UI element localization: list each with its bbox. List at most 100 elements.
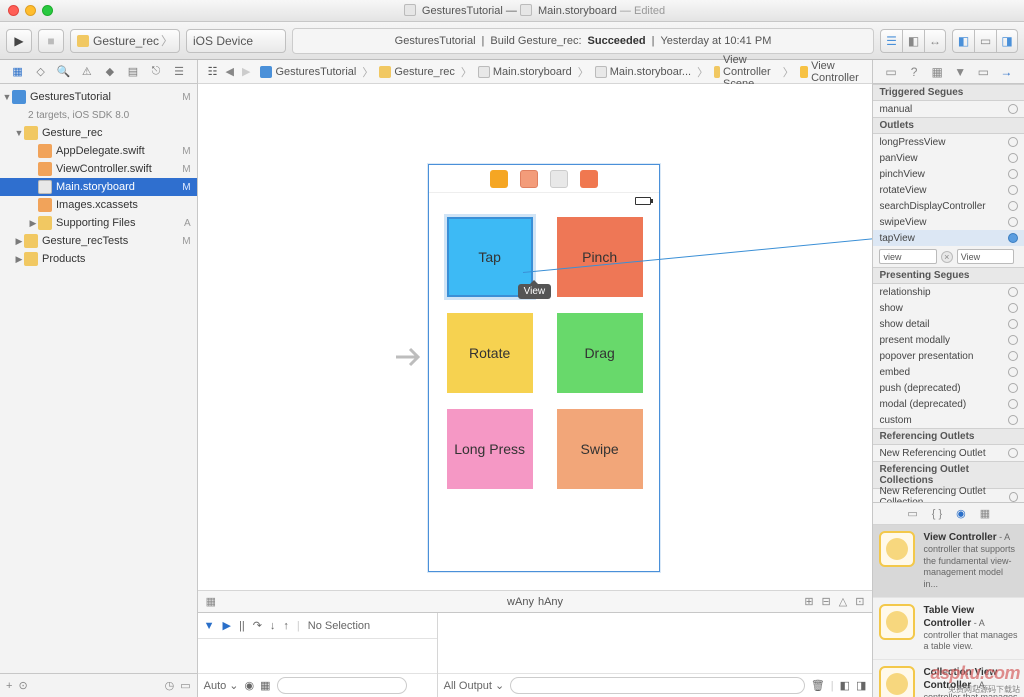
connection-well-icon[interactable] — [1008, 319, 1018, 329]
storyboard-entry-icon[interactable] — [580, 170, 598, 188]
toggle-debug-icon[interactable]: ▼ — [204, 620, 215, 632]
close-icon[interactable] — [8, 5, 19, 16]
crumb-folder[interactable]: Gesture_rec — [375, 66, 459, 78]
trash-icon[interactable]: 🗑 — [811, 679, 825, 692]
file-template-tab[interactable]: ▭ — [907, 507, 917, 520]
segue-row[interactable]: push (deprecated) — [873, 380, 1024, 396]
pin-icon[interactable]: ⊟ — [822, 595, 831, 608]
exit-dock-icon[interactable] — [550, 170, 568, 188]
outlet-row[interactable]: swipeView — [873, 214, 1024, 230]
identity-tab[interactable]: ▦ — [929, 65, 945, 79]
segue-row[interactable]: show detail — [873, 316, 1024, 332]
breakpoints-icon[interactable]: ▶ — [223, 619, 231, 632]
segue-row[interactable]: modal (deprecated) — [873, 396, 1024, 412]
disconnect-icon[interactable]: × — [941, 251, 953, 263]
maximize-icon[interactable] — [42, 5, 53, 16]
storyboard-canvas[interactable]: Tap Pinch Rotate Drag Long Press Swipe V… — [198, 84, 873, 590]
outline-toggle-icon[interactable]: ▦ — [206, 595, 216, 608]
segue-row[interactable]: relationship — [873, 284, 1024, 300]
swipe-view[interactable]: Swipe — [557, 409, 643, 489]
scm-icon[interactable]: ▭ — [180, 679, 190, 692]
outlet-row[interactable]: pinchView — [873, 166, 1024, 182]
tree-row[interactable]: ▶Gesture_recTestsM — [0, 232, 197, 250]
run-button[interactable]: ▶ — [6, 29, 32, 53]
destination-selector[interactable]: iOS Device — [186, 29, 286, 53]
connection-well-icon[interactable] — [1008, 217, 1018, 227]
filter-icon[interactable]: ⊙ — [18, 679, 158, 692]
attributes-tab[interactable]: ▼ — [952, 65, 968, 79]
test-navigator-tab[interactable]: ◆ — [102, 64, 117, 79]
connection-well-icon[interactable] — [1008, 367, 1018, 377]
tree-row[interactable]: ViewController.swiftM — [0, 160, 197, 178]
related-items-icon[interactable]: ☷ — [204, 65, 222, 78]
back-button[interactable]: ◀ — [222, 65, 238, 78]
crumb-storyboard[interactable]: Main.storyboard — [474, 66, 576, 78]
viewcontroller-dock-icon[interactable] — [490, 170, 508, 188]
connection-well-icon[interactable] — [1008, 448, 1018, 458]
recent-icon[interactable]: ◷ — [165, 679, 175, 692]
view-outlet-connected[interactable]: view × View — [873, 246, 1024, 267]
connection-well-icon[interactable] — [1008, 287, 1018, 297]
connection-well-icon[interactable] — [1008, 185, 1018, 195]
crumb-storyboard-base[interactable]: Main.storyboar... — [591, 66, 695, 78]
drag-view[interactable]: Drag — [557, 313, 643, 393]
rotate-view[interactable]: Rotate — [447, 313, 533, 393]
size-tab[interactable]: ▭ — [975, 65, 991, 79]
quicklook-icon[interactable]: ▦ — [260, 679, 270, 692]
outlet-row[interactable]: New Referencing Outlet Collection — [873, 489, 1024, 502]
segue-row[interactable]: popover presentation — [873, 348, 1024, 364]
connection-well-icon[interactable] — [1008, 335, 1018, 345]
connection-well-icon[interactable] — [1008, 104, 1018, 114]
issue-navigator-tab[interactable]: ⚠ — [79, 64, 94, 79]
debug-navigator-tab[interactable]: ▤ — [125, 64, 140, 79]
console-right-icon[interactable]: ◨ — [856, 679, 866, 692]
report-navigator-tab[interactable]: ☰ — [172, 64, 187, 79]
find-navigator-tab[interactable]: 🔍 — [56, 64, 71, 79]
assistant-editor-button[interactable]: ◧ — [902, 29, 924, 53]
console-left-icon[interactable]: ◧ — [840, 679, 850, 692]
stop-button[interactable]: ■ — [38, 29, 64, 53]
tree-row[interactable]: ▶Supporting FilesA — [0, 214, 197, 232]
resize-icon[interactable]: ⊡ — [855, 595, 864, 608]
connections-inspector[interactable]: Triggered Segues manual Outlets longPres… — [873, 84, 1024, 502]
segue-row[interactable]: present modally — [873, 332, 1024, 348]
crumb-viewcontroller[interactable]: View Controller — [796, 60, 867, 84]
project-navigator-tab[interactable]: ▦ — [10, 64, 25, 79]
console-scope[interactable]: All Output ⌄ — [444, 679, 505, 692]
jump-bar[interactable]: ☷ ◀ ▶ GesturesTutorial〉 Gesture_rec〉 Mai… — [198, 60, 873, 84]
connection-well-icon[interactable] — [1008, 399, 1018, 409]
initial-vc-arrow-icon[interactable] — [394, 344, 424, 370]
scheme-selector[interactable]: Gesture_rec〉 — [70, 29, 180, 53]
crumb-project[interactable]: GesturesTutorial — [256, 66, 360, 78]
tree-row[interactable]: Main.storyboardM — [0, 178, 197, 196]
code-snippet-tab[interactable]: { } — [932, 508, 942, 520]
stepout-icon[interactable]: ↑ — [283, 620, 289, 632]
quickhelp-tab[interactable]: ? — [906, 65, 922, 79]
firstresponder-dock-icon[interactable] — [520, 170, 538, 188]
align-icon[interactable]: ⊞ — [804, 595, 813, 608]
auto-scope[interactable]: Auto ⌄ — [204, 679, 239, 692]
pause-icon[interactable]: || — [239, 620, 245, 632]
variables-filter-input[interactable] — [277, 677, 407, 694]
toggle-navigator-button[interactable]: ◧ — [952, 29, 974, 53]
connections-tab[interactable]: → — [998, 65, 1014, 79]
breakpoint-navigator-tab[interactable]: ⎋ — [149, 64, 164, 79]
minimize-icon[interactable] — [25, 5, 36, 16]
stepin-icon[interactable]: ↓ — [270, 620, 276, 632]
outlet-row[interactable]: panView — [873, 150, 1024, 166]
standard-editor-button[interactable]: ☰ — [880, 29, 902, 53]
outlet-row[interactable]: longPressView — [873, 134, 1024, 150]
tree-row[interactable]: ▶Products — [0, 250, 197, 268]
connection-well-icon[interactable] — [1008, 351, 1018, 361]
symbol-navigator-tab[interactable]: ◇ — [33, 64, 48, 79]
eye-icon[interactable]: ◉ — [245, 679, 255, 692]
outlet-row[interactable]: New Referencing Outlet — [873, 445, 1024, 461]
toggle-debug-button[interactable]: ▭ — [974, 29, 996, 53]
object-library-tab[interactable]: ◉ — [956, 507, 966, 520]
segue-row[interactable]: custom — [873, 412, 1024, 428]
connection-well-icon[interactable] — [1008, 201, 1018, 211]
connection-well-icon[interactable] — [1008, 303, 1018, 313]
console-filter-input[interactable] — [510, 677, 805, 694]
library-item[interactable]: View Controller - A controller that supp… — [873, 525, 1024, 598]
connection-well-icon[interactable] — [1008, 415, 1018, 425]
